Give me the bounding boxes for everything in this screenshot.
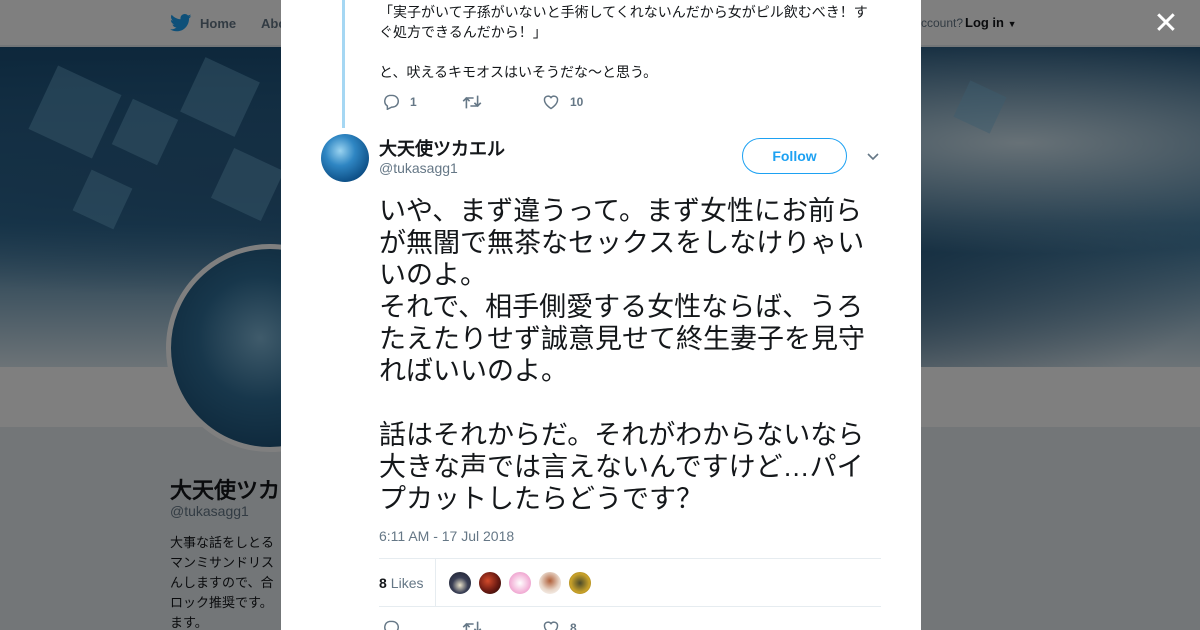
close-button[interactable]: ✕: [1152, 7, 1180, 40]
retweet-button[interactable]: [462, 620, 542, 630]
liker-avatars: [436, 570, 593, 595]
tweet-timestamp[interactable]: 6:11 AM - 17 Jul 2018: [379, 528, 514, 544]
like-button[interactable]: 8: [542, 620, 622, 630]
parent-tweet-text: 「実子がいて子孫がいないと手術してくれないんだから女がピル飲むべき！すぐ処方でき…: [379, 2, 879, 102]
tweet-stats: 8 Likes: [379, 559, 881, 606]
heart-icon: [543, 95, 559, 110]
tweet-text: いや、まず違うって。まず女性にお前らが無闇で無茶なセックスをしなけりゃいいのよ。…: [379, 196, 865, 514]
chevron-down-icon[interactable]: [865, 149, 881, 165]
author-avatar[interactable]: [321, 134, 369, 182]
retweet-icon: [462, 95, 482, 109]
parent-tweet-line: と、吠えるキモオスはいそうだな～と思う。: [379, 64, 658, 80]
close-icon: ✕: [1153, 7, 1179, 40]
like-count: 10: [570, 95, 584, 109]
liker-avatar-1[interactable]: [448, 570, 473, 595]
retweet-button[interactable]: [462, 94, 542, 110]
liker-avatar-2[interactable]: [478, 570, 503, 595]
parent-tweet-line: 「実子がいて子孫がいないと手術してくれないんだから女がピル飲むべき！すぐ処方でき…: [379, 4, 868, 40]
likes-label: Likes: [390, 574, 424, 591]
likes-count: 8: [379, 574, 387, 591]
follow-button[interactable]: Follow: [742, 138, 847, 174]
reply-icon: [384, 94, 399, 110]
liker-avatar-4[interactable]: [538, 570, 563, 595]
tweet-modal: 「実子がいて子孫がいないと手術してくれないんだから女がピル飲むべき！すぐ処方でき…: [281, 0, 921, 630]
author-handle[interactable]: @tukasagg1: [379, 160, 458, 176]
liker-avatar-3[interactable]: [508, 570, 533, 595]
author-name[interactable]: 大天使ツカエル: [379, 135, 505, 161]
reply-icon: [384, 620, 399, 630]
heart-icon: [543, 621, 559, 630]
retweet-icon: [462, 621, 482, 630]
like-count: 8: [570, 621, 577, 630]
parent-tweet-actions: 1 10: [382, 92, 622, 112]
conversation-thread-line: [342, 0, 345, 128]
divider: [379, 606, 881, 607]
liker-avatar-5[interactable]: [568, 570, 593, 595]
reply-button[interactable]: [382, 620, 462, 630]
reply-button[interactable]: 1: [382, 94, 462, 110]
like-button[interactable]: 10: [542, 94, 622, 110]
tweet-actions: 8: [382, 618, 622, 630]
reply-count: 1: [410, 95, 417, 109]
likes-stat[interactable]: 8 Likes: [379, 559, 437, 606]
